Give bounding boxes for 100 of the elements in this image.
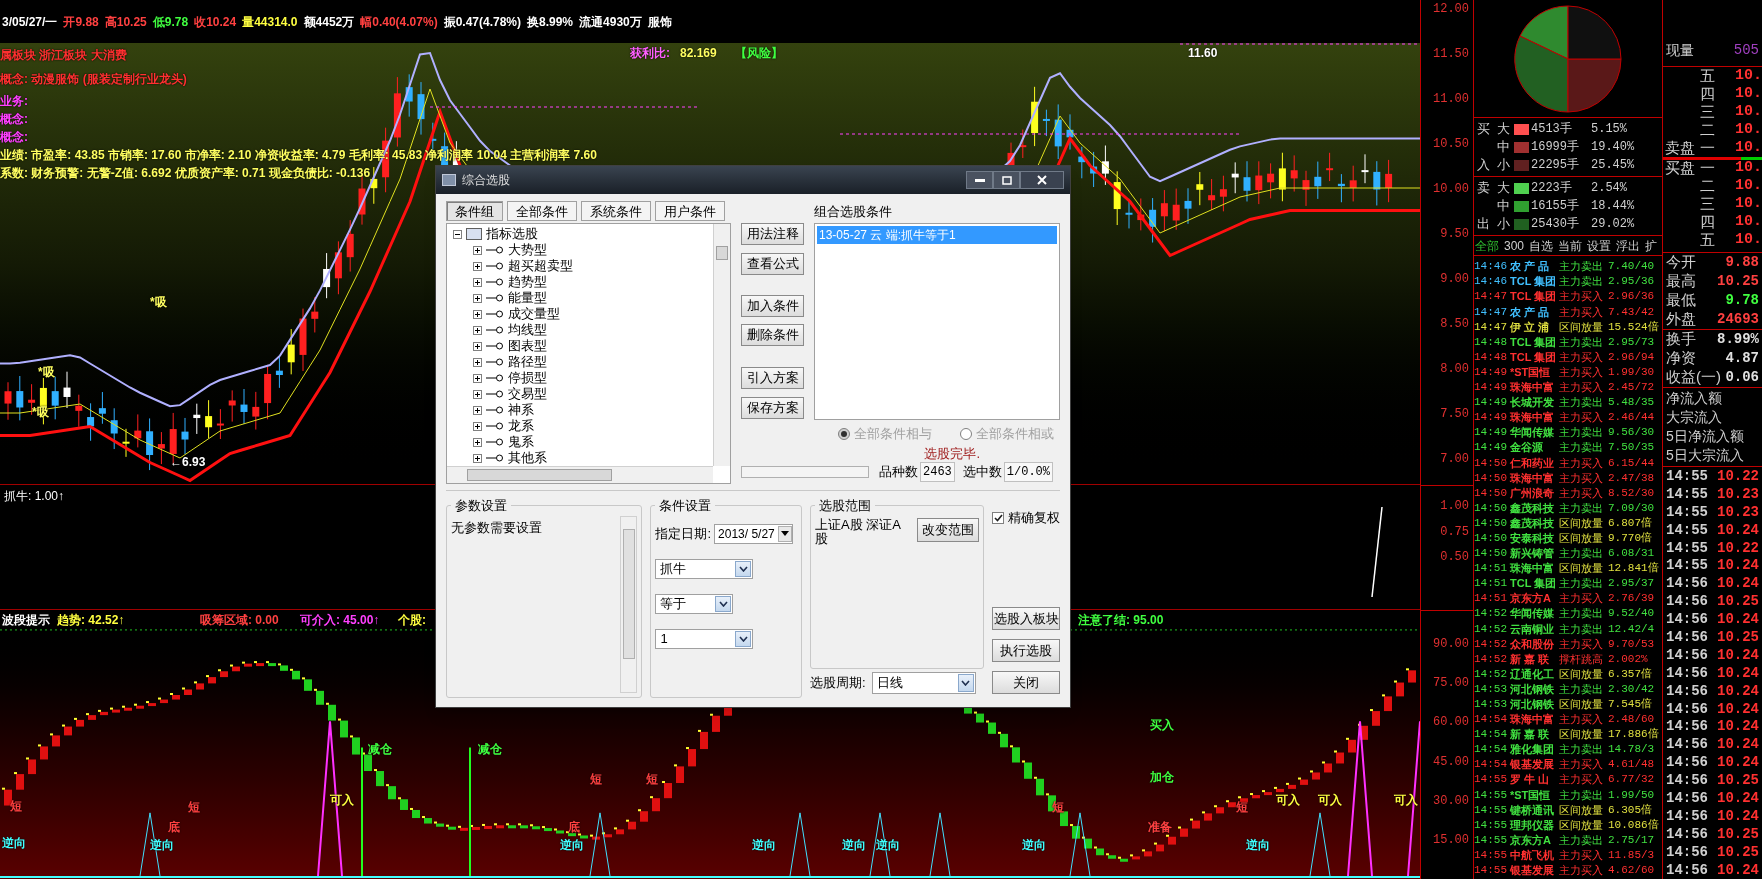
spike-line xyxy=(1069,812,1091,877)
field-label: 选中数 xyxy=(962,463,1002,482)
action-button[interactable]: 关闭 xyxy=(992,671,1060,694)
expand-icon[interactable] xyxy=(473,309,482,319)
vertical-scrollbar[interactable] xyxy=(620,515,638,693)
quote-value: 服饰 xyxy=(647,13,672,31)
key-icon xyxy=(486,310,504,318)
axis-label: 9.50 xyxy=(1440,226,1469,243)
expand-icon[interactable] xyxy=(473,325,482,335)
chart-label: *吸 xyxy=(38,364,55,381)
scope-text: 上证A股 深证A股 xyxy=(815,517,902,546)
dropdown[interactable]: 1 xyxy=(655,628,754,649)
alert-value: 7.545倍 xyxy=(1608,697,1652,712)
alert-value: 12.42/4 xyxy=(1608,621,1655,637)
expand-icon[interactable] xyxy=(473,421,482,431)
level-price: 10. xyxy=(1734,176,1762,197)
checkbox[interactable] xyxy=(992,511,1004,524)
stock-name: 珠海中富 xyxy=(1510,470,1555,486)
key-icon xyxy=(486,406,504,414)
signal-label: 短 xyxy=(590,771,602,788)
count-field: 2463 xyxy=(920,462,955,482)
volume-value: 22295手 xyxy=(1531,157,1580,174)
collapse-icon[interactable] xyxy=(453,229,462,239)
alert-value: 8.52/30 xyxy=(1608,485,1655,501)
side-button[interactable]: 引入方案 xyxy=(741,367,804,389)
alert-type: 主力卖出 xyxy=(1559,274,1604,290)
expand-icon[interactable] xyxy=(473,389,482,399)
stock-name: 理邦仪器 xyxy=(1510,817,1555,833)
list-tab[interactable]: 设置 xyxy=(1587,236,1612,255)
quote-value: 量44314.0 xyxy=(242,13,298,31)
side-button[interactable]: 删除条件 xyxy=(741,324,804,346)
alert-type: 主力卖出 xyxy=(1559,440,1604,456)
horizontal-scrollbar[interactable] xyxy=(447,466,713,483)
tab[interactable]: 条件组 xyxy=(446,201,503,221)
list-tab[interactable]: 全部 xyxy=(1475,236,1499,255)
maximize-button[interactable] xyxy=(993,171,1020,189)
alert-time: 14:55 xyxy=(1474,787,1507,803)
quote-value: 收10.24 xyxy=(194,13,237,31)
stock-name: 农 产 品 xyxy=(1510,304,1551,320)
side-button[interactable]: 用法注释 xyxy=(741,223,804,245)
action-button[interactable]: 执行选股 xyxy=(992,639,1060,662)
trade-price: 10.24 xyxy=(1717,645,1759,665)
trade-price: 10.24 xyxy=(1717,753,1759,773)
trade-time: 14:56 xyxy=(1666,645,1708,665)
alert-type: 主力卖出 xyxy=(1559,500,1604,516)
axis-label: 8.00 xyxy=(1440,361,1469,378)
dropdown[interactable]: 抓牛 xyxy=(655,558,754,579)
trade-price: 10.25 xyxy=(1717,592,1759,612)
level-label: 四 xyxy=(1700,83,1716,104)
tab[interactable]: 全部条件 xyxy=(507,201,577,221)
signal-label: 逆向 xyxy=(150,837,174,854)
axis-label: 0.50 xyxy=(1440,549,1469,566)
list-tab[interactable]: 当前 xyxy=(1558,236,1583,255)
expand-icon[interactable] xyxy=(473,357,482,367)
side-button[interactable]: 保存方案 xyxy=(741,397,804,419)
minimize-button[interactable] xyxy=(966,171,993,189)
tab[interactable]: 系统条件 xyxy=(581,201,651,221)
dropdown[interactable]: 等于 xyxy=(655,593,734,614)
side-button[interactable]: 查看公式 xyxy=(741,253,804,275)
expand-icon[interactable] xyxy=(473,293,482,303)
alert-type: 主力买入 xyxy=(1559,364,1604,380)
side-button[interactable]: 加入条件 xyxy=(741,295,804,317)
change-scope-button[interactable]: 改变范围 xyxy=(917,517,979,542)
expand-icon[interactable] xyxy=(473,405,482,415)
alert-value: 6.77/32 xyxy=(1608,772,1655,788)
level-price: 10. xyxy=(1734,194,1762,215)
expand-icon[interactable] xyxy=(473,453,482,463)
close-button[interactable] xyxy=(1020,171,1064,189)
list-tab[interactable]: 扩 xyxy=(1645,236,1658,255)
expand-icon[interactable] xyxy=(473,437,482,447)
list-tab[interactable]: 300 xyxy=(1504,236,1525,255)
percent-value: 5.15% xyxy=(1591,121,1627,138)
exact-adjust-checkbox[interactable]: 精确复权 xyxy=(992,508,1060,528)
alert-type: 主力买入 xyxy=(1559,455,1604,471)
stat-label: 外盘 xyxy=(1666,308,1696,329)
alert-type: 主力买入 xyxy=(1559,757,1604,773)
expand-icon[interactable] xyxy=(473,373,482,383)
alert-type: 主力卖出 xyxy=(1559,621,1604,637)
vertical-scrollbar[interactable] xyxy=(713,224,730,466)
alert-time: 14:48 xyxy=(1474,349,1507,365)
tab[interactable]: 用户条件 xyxy=(655,201,725,221)
axis-label: 30.00 xyxy=(1433,792,1469,810)
expand-icon[interactable] xyxy=(473,261,482,271)
alert-value: 6.305倍 xyxy=(1608,802,1652,818)
list-tab[interactable]: 自选 xyxy=(1529,236,1554,255)
action-button[interactable]: 选股入板块 xyxy=(992,607,1060,630)
dropdown[interactable]: 日线 xyxy=(871,672,976,694)
stock-name: *ST国恒 xyxy=(1510,364,1552,380)
key-icon xyxy=(486,422,504,430)
expand-icon[interactable] xyxy=(473,245,482,255)
stock-info-text: 系数: 财务预警: 无警-Z值: 6.692 优质资产率: 0.71 现金负债比: -0.136 xyxy=(0,165,371,182)
stock-name: 农 产 品 xyxy=(1510,259,1551,275)
alert-value: 2.45/72 xyxy=(1608,380,1655,396)
alert-time: 14:47 xyxy=(1474,319,1507,335)
stock-info-text: 概念: xyxy=(0,111,28,128)
date-picker[interactable]: 2013/ 5/27 xyxy=(714,523,793,544)
list-tab[interactable]: 浮出 xyxy=(1616,236,1641,255)
expand-icon[interactable] xyxy=(473,277,482,287)
percent-value: 25.45% xyxy=(1591,157,1635,174)
expand-icon[interactable] xyxy=(473,341,482,351)
